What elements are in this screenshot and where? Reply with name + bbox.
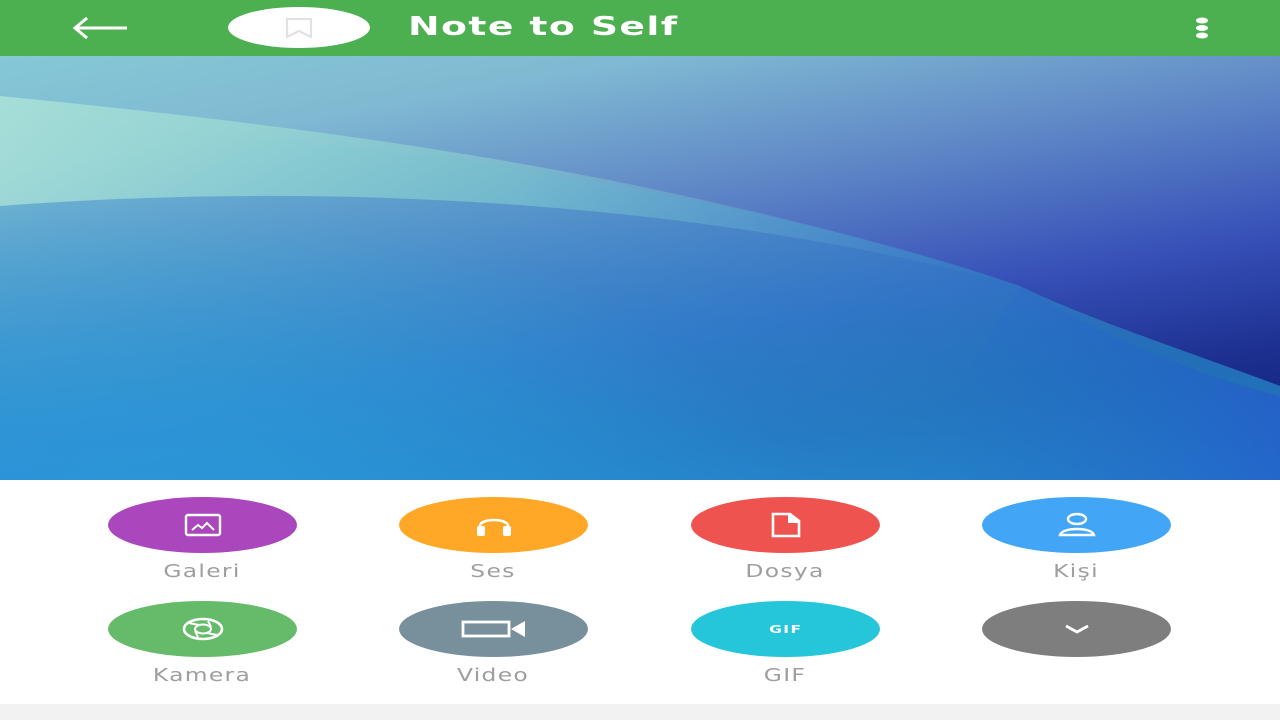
image-icon xyxy=(184,513,221,537)
more-attachments-circle[interactable] xyxy=(982,601,1171,657)
arrow-left-icon xyxy=(72,17,127,39)
wallpaper-image xyxy=(0,96,1280,480)
camera-shutter-icon xyxy=(182,617,223,641)
attach-gallery-label: Galeri xyxy=(163,561,241,582)
attach-audio-circle[interactable] xyxy=(399,497,588,553)
attach-audio-label: Ses xyxy=(470,561,516,582)
attach-contact-circle[interactable] xyxy=(982,497,1171,553)
back-button[interactable] xyxy=(70,10,130,46)
more-vertical-icon xyxy=(1196,17,1208,39)
overflow-menu-button[interactable] xyxy=(1186,12,1218,44)
attach-contact-button[interactable]: Kişi xyxy=(976,497,1176,597)
attach-gif-label: GIF xyxy=(763,665,807,686)
avatar[interactable] xyxy=(228,7,370,48)
attach-camera-circle[interactable] xyxy=(108,601,297,657)
attach-video-label: Video xyxy=(456,665,530,686)
attach-file-button[interactable]: Dosya xyxy=(685,497,885,597)
video-icon xyxy=(461,620,525,638)
app-toolbar: Note to Self xyxy=(0,0,1280,56)
attach-camera-button[interactable]: Kamera xyxy=(102,601,302,701)
attach-gif-circle[interactable]: GIF xyxy=(691,601,880,657)
attach-video-button[interactable]: Video xyxy=(393,601,593,701)
conversation-wallpaper xyxy=(0,56,1280,480)
more-attachments-button[interactable] xyxy=(976,601,1176,701)
attach-file-circle[interactable] xyxy=(691,497,880,553)
attach-gallery-button[interactable]: Galeri xyxy=(102,497,302,597)
attach-gallery-circle[interactable] xyxy=(108,497,297,553)
attach-camera-label: Kamera xyxy=(152,665,252,686)
headphones-icon xyxy=(476,518,511,536)
file-icon xyxy=(771,512,800,538)
chevron-down-icon xyxy=(1064,624,1089,634)
contact-icon xyxy=(1057,512,1096,537)
attach-gif-button[interactable]: GIF GIF xyxy=(685,601,885,701)
attachment-drawer: Galeri Ses Dosya Kişi Kamera Video GIF G… xyxy=(0,480,1280,704)
attach-contact-label: Kişi xyxy=(1053,561,1099,582)
attach-audio-button[interactable]: Ses xyxy=(393,497,593,597)
bookmark-icon xyxy=(285,17,313,39)
bottom-strip xyxy=(0,704,1280,720)
attach-video-circle[interactable] xyxy=(399,601,588,657)
gif-icon: GIF xyxy=(768,622,803,636)
attach-file-label: Dosya xyxy=(745,561,825,582)
conversation-title: Note to Self xyxy=(408,12,679,42)
